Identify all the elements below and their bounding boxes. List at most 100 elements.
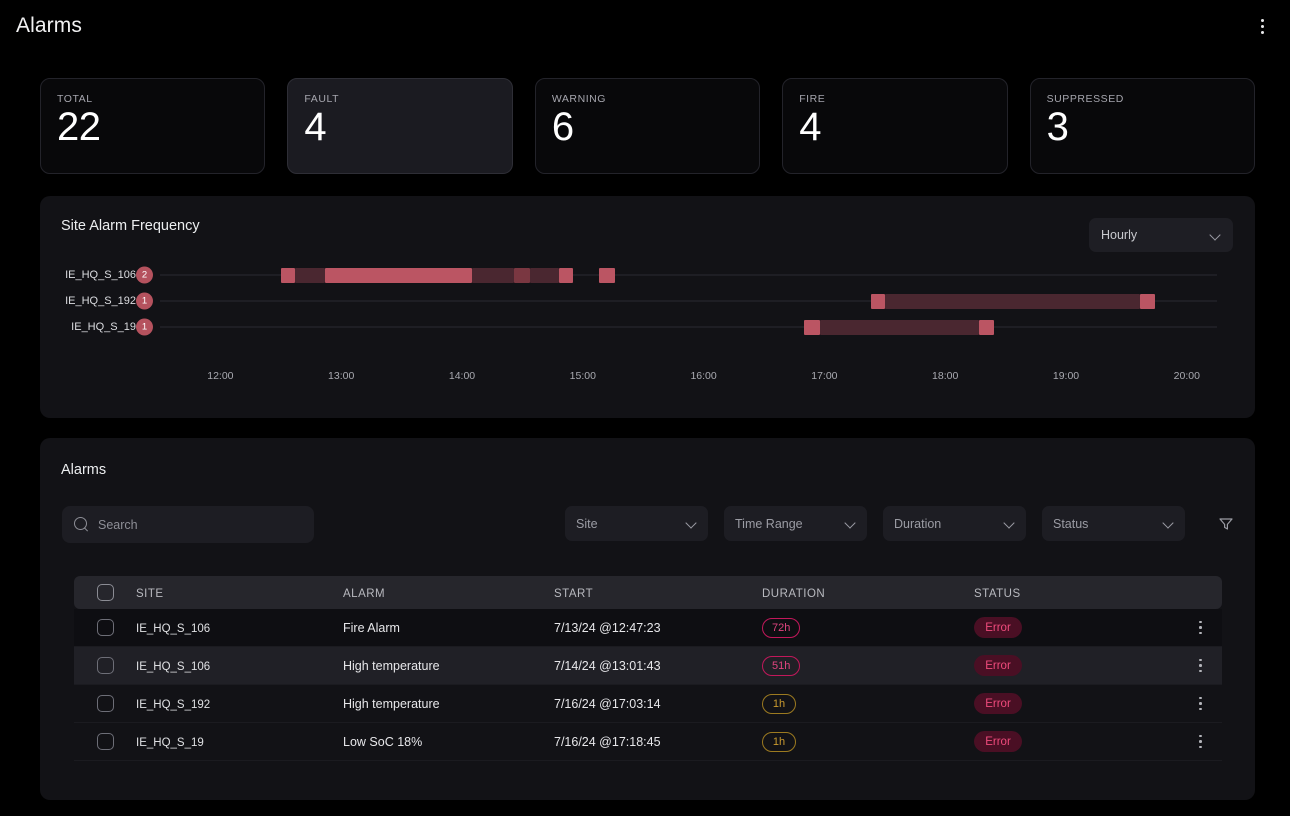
stat-card-fault[interactable]: FAULT 4 (287, 78, 513, 174)
alarms-page: Alarms TOTAL 22 FAULT 4 WARNING 6 FIRE 4 SUPPRES… (0, 0, 1290, 816)
row-overflow-menu-icon[interactable] (1192, 617, 1210, 639)
x-axis-tick: 13:00 (328, 370, 355, 382)
chart-row-ie_hq_s_192: IE_HQ_S_192 1 (40, 288, 1255, 314)
filter-select-time-range[interactable]: Time Range (724, 506, 867, 541)
chart-segment[interactable] (804, 319, 821, 335)
chart-segment[interactable] (598, 267, 615, 283)
table-row[interactable]: IE_HQ_S_192 High temperature 7/16/24 @17:0… (74, 685, 1222, 723)
filter-select-status[interactable]: Status (1042, 506, 1185, 541)
chart-segment[interactable] (472, 267, 515, 283)
search-input[interactable]: Search (62, 506, 314, 543)
alarms-table: SITE ALARM START DURATION STATUS IE_HQ_S_106… (74, 576, 1222, 761)
chart-row-label: IE_HQ_S_106 (65, 269, 136, 281)
stat-value: 22 (57, 105, 101, 149)
cell-start: 7/16/24 @17:03:14 (554, 696, 661, 711)
row-checkbox[interactable] (96, 733, 114, 750)
row-checkbox[interactable] (96, 695, 114, 712)
chart-segment[interactable] (1140, 293, 1155, 309)
table-row[interactable]: IE_HQ_S_106 High temperature 7/14/24 @13:0… (74, 647, 1222, 685)
x-axis-tick: 20:00 (1173, 370, 1200, 382)
duration-badge: 72h (762, 617, 801, 638)
page-overflow-menu-icon[interactable] (1250, 12, 1274, 40)
chart-segment[interactable] (280, 267, 295, 283)
stat-card-suppressed[interactable]: SUPPRESSED 3 (1029, 78, 1256, 174)
filter-bar: Site Time Range Duration Status (565, 506, 1239, 541)
chart-segment[interactable] (820, 319, 980, 335)
filter-select-site[interactable]: Site (565, 506, 708, 541)
status-badge: Error (974, 731, 1022, 752)
stat-card-fire[interactable]: FIRE 4 (782, 78, 1008, 174)
cell-site: IE_HQ_S_192 (136, 698, 211, 711)
chart-row-count-badge: 1 (136, 292, 153, 310)
status-badge: Error (974, 693, 1022, 714)
filter-label: Duration (894, 516, 942, 531)
stat-label: WARNING (551, 93, 607, 105)
chart-segment[interactable] (870, 293, 885, 309)
cell-site: IE_HQ_S_106 (136, 660, 211, 673)
cell-alarm: High temperature (343, 696, 440, 711)
alarms-title: Alarms (61, 462, 107, 478)
column-header-start: START (554, 587, 594, 600)
x-axis-tick: 12:00 (207, 370, 234, 382)
stat-card-warning[interactable]: WARNING 6 (534, 78, 761, 174)
chevron-down-icon (1004, 518, 1015, 529)
row-overflow-menu-icon[interactable] (1192, 655, 1210, 677)
cell-site: IE_HQ_S_106 (136, 622, 211, 635)
chart-row-ie_hq_s_106: IE_HQ_S_106 2 (40, 262, 1255, 288)
chart-segment[interactable] (979, 319, 994, 335)
chart-area: IE_HQ_S_106 2 IE_HQ_S_192 1 IE_HQ_S_19 1 12:0… (40, 262, 1255, 402)
stat-value: 6 (551, 105, 574, 149)
chart-segment[interactable] (530, 267, 559, 283)
filter-select-duration[interactable]: Duration (883, 506, 1026, 541)
chart-row-track (160, 293, 1217, 309)
status-badge: Error (974, 617, 1022, 638)
select-all-checkbox[interactable] (96, 584, 114, 601)
chart-row-label: IE_HQ_S_192 (65, 295, 136, 307)
column-header-duration: DURATION (762, 587, 826, 600)
chevron-down-icon (1163, 518, 1174, 529)
chart-segment[interactable] (558, 267, 573, 283)
chevron-down-icon (686, 518, 697, 529)
cell-site: IE_HQ_S_19 (136, 736, 204, 749)
chart-segment[interactable] (884, 293, 1141, 309)
table-header-row: SITE ALARM START DURATION STATUS (74, 576, 1222, 609)
x-axis-tick: 14:00 (448, 370, 476, 382)
chart-row-track (160, 319, 1217, 335)
cell-start: 7/16/24 @17:18:45 (554, 734, 661, 749)
cell-start: 7/13/24 @12:47:23 (554, 620, 661, 635)
x-axis-tick: 15:00 (569, 370, 596, 382)
chart-x-axis: 12:00 13:00 14:00 15:00 16:00 17:00 18:00 19:00… (160, 370, 1217, 386)
x-axis-tick: 18:00 (932, 370, 959, 382)
stat-label: TOTAL (57, 93, 93, 105)
cell-alarm: High temperature (343, 658, 440, 673)
filter-funnel-icon[interactable] (1213, 511, 1239, 537)
column-header-site: SITE (136, 587, 164, 600)
row-checkbox[interactable] (96, 657, 114, 674)
duration-badge: 51h (762, 655, 801, 676)
chart-segment[interactable] (294, 267, 326, 283)
chart-segment[interactable] (514, 267, 531, 283)
filter-label: Site (576, 516, 598, 531)
chart-segment[interactable] (325, 267, 473, 283)
column-header-alarm: ALARM (343, 587, 386, 600)
search-placeholder: Search (98, 517, 138, 532)
stat-card-group: TOTAL 22 FAULT 4 WARNING 6 FIRE 4 SUPPRESSED 3 (40, 78, 1256, 174)
x-axis-tick: 16:00 (690, 370, 717, 382)
table-row[interactable]: IE_HQ_S_19 Low SoC 18% 7/16/24 @17:18:45 1h… (74, 723, 1222, 761)
table-row[interactable]: IE_HQ_S_106 Fire Alarm 7/13/24 @12:47:23 72… (74, 609, 1222, 647)
row-checkbox[interactable] (96, 619, 114, 636)
stat-card-total[interactable]: TOTAL 22 (40, 78, 266, 174)
filter-label: Time Range (735, 516, 803, 531)
table-body: IE_HQ_S_106 Fire Alarm 7/13/24 @12:47:23 72… (74, 609, 1222, 761)
duration-badge: 1h (762, 693, 796, 714)
select-all-cell (74, 584, 136, 601)
granularity-select[interactable]: Hourly (1089, 218, 1233, 252)
status-badge: Error (974, 655, 1022, 676)
stat-value: 4 (304, 105, 327, 149)
page-title: Alarms (16, 14, 82, 37)
row-overflow-menu-icon[interactable] (1192, 731, 1210, 753)
granularity-value: Hourly (1101, 228, 1138, 242)
row-overflow-menu-icon[interactable] (1192, 693, 1210, 715)
stat-label: FAULT (304, 93, 340, 105)
search-icon (74, 517, 89, 532)
